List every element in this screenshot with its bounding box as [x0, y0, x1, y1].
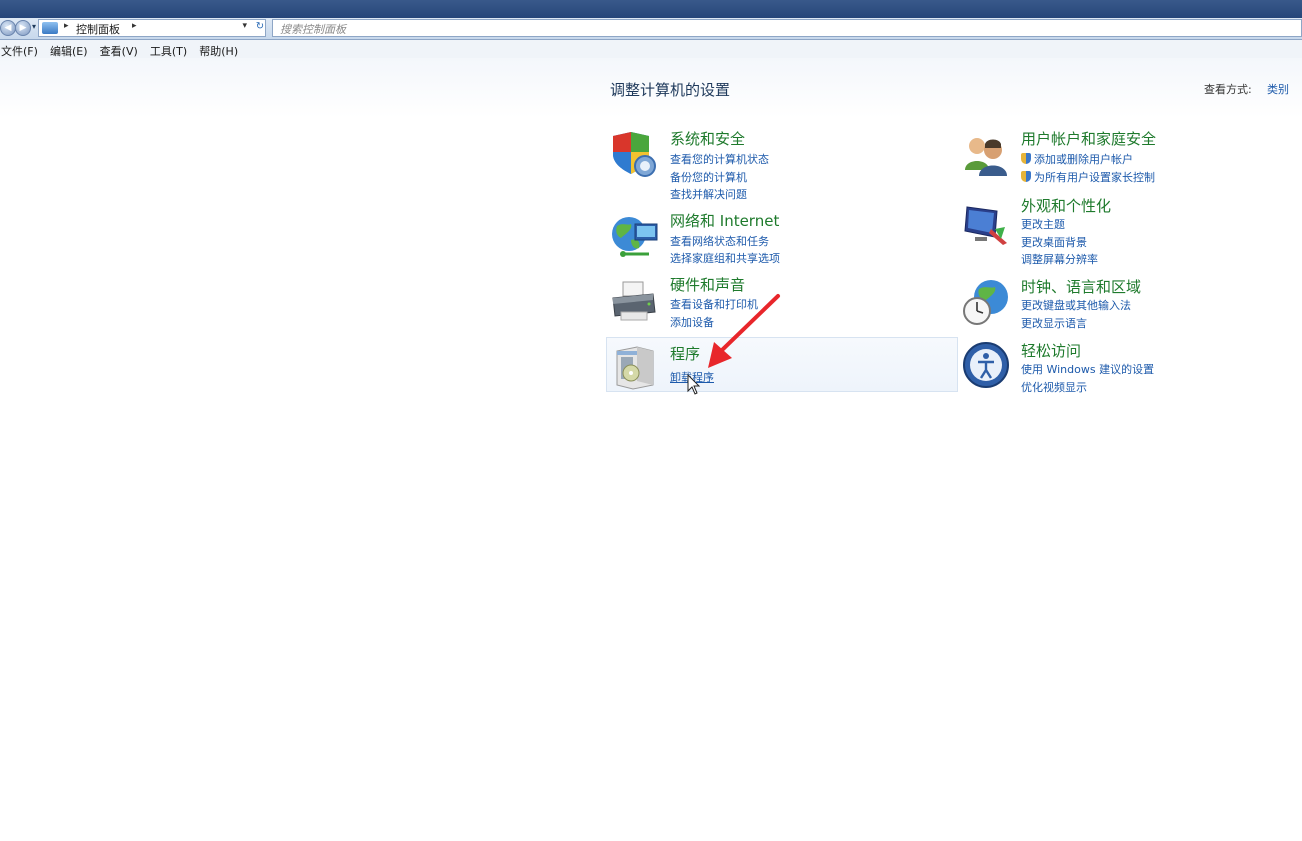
link-add-remove-accounts[interactable]: 添加或删除用户帐户 [1021, 151, 1133, 167]
category-ease-of-access: 轻松访问 使用 Windows 建议的设置 优化视频显示 [958, 339, 1298, 399]
link-troubleshoot[interactable]: 查找并解决问题 [670, 186, 747, 202]
category-title[interactable]: 轻松访问 [1021, 340, 1081, 361]
users-icon[interactable] [961, 130, 1011, 180]
window-title-bar [0, 0, 1302, 18]
search-placeholder: 搜索控制面板 [280, 23, 346, 36]
link-change-input-method[interactable]: 更改键盘或其他输入法 [1021, 297, 1131, 313]
menu-help[interactable]: 帮助(H) [199, 43, 238, 59]
clock-globe-icon[interactable] [961, 277, 1011, 327]
link-windows-recommended-settings[interactable]: 使用 Windows 建议的设置 [1021, 361, 1154, 377]
breadcrumb-separator-icon[interactable]: ▸ [132, 21, 137, 31]
menu-file[interactable]: 文件(F) [1, 43, 38, 59]
page-title: 调整计算机的设置 [610, 81, 731, 99]
shield-computer-icon[interactable] [609, 130, 659, 180]
category-user-accounts: 用户帐户和家庭安全 添加或删除用户帐户 为所有用户设置家长控制 [958, 126, 1298, 190]
category-appearance: 外观和个性化 更改主题 更改桌面背景 调整屏幕分辨率 [958, 193, 1298, 267]
link-text: 添加或删除用户帐户 [1034, 153, 1133, 166]
network-globe-icon[interactable] [609, 212, 659, 262]
menu-bar: 文件(F) 编辑(E) 查看(V) 工具(T) 帮助(H) [0, 40, 1302, 58]
link-change-display-language[interactable]: 更改显示语言 [1021, 315, 1087, 331]
monitor-paint-icon[interactable] [961, 199, 1011, 249]
link-change-theme[interactable]: 更改主题 [1021, 216, 1065, 232]
refresh-icon[interactable]: ↻ [252, 19, 268, 35]
breadcrumb-control-panel[interactable]: 控制面板 [76, 21, 120, 37]
category-clock-language-region: 时钟、语言和区域 更改键盘或其他输入法 更改显示语言 [958, 275, 1298, 335]
link-text: 为所有用户设置家长控制 [1034, 171, 1155, 184]
category-title[interactable]: 系统和安全 [670, 128, 745, 149]
recent-pages-dropdown-icon[interactable]: ▾ [32, 22, 36, 31]
category-system-security: 系统和安全 查看您的计算机状态 备份您的计算机 查找并解决问题 [606, 126, 958, 204]
menu-edit[interactable]: 编辑(E) [50, 43, 88, 59]
link-change-background[interactable]: 更改桌面背景 [1021, 234, 1087, 250]
link-homegroup-sharing[interactable]: 选择家庭组和共享选项 [670, 250, 780, 266]
uac-shield-icon [1021, 153, 1031, 164]
link-backup-computer[interactable]: 备份您的计算机 [670, 169, 747, 185]
menu-tools[interactable]: 工具(T) [150, 43, 187, 59]
mouse-cursor-icon [687, 374, 701, 395]
category-title[interactable]: 网络和 Internet [670, 210, 779, 231]
view-by-dropdown[interactable]: 类别 [1267, 81, 1289, 97]
ease-of-access-icon[interactable] [961, 340, 1011, 390]
category-title[interactable]: 时钟、语言和区域 [1021, 276, 1141, 297]
address-dropdown-icon[interactable]: ▾ [242, 21, 247, 31]
view-by-label: 查看方式: [1204, 83, 1252, 96]
category-title[interactable]: 用户帐户和家庭安全 [1021, 128, 1156, 149]
printer-icon[interactable] [609, 278, 659, 328]
uac-shield-icon [1021, 171, 1031, 182]
link-screen-resolution[interactable]: 调整屏幕分辨率 [1021, 251, 1098, 267]
address-bar[interactable]: ▸ 控制面板 ▸ ▾ [38, 19, 266, 37]
menu-view[interactable]: 查看(V) [100, 43, 138, 59]
link-network-status[interactable]: 查看网络状态和任务 [670, 233, 769, 249]
breadcrumb-separator-icon[interactable]: ▸ [64, 21, 69, 31]
category-title[interactable]: 外观和个性化 [1021, 195, 1111, 216]
annotation-arrow-icon [708, 294, 780, 368]
link-optimize-visual-display[interactable]: 优化视频显示 [1021, 379, 1087, 395]
link-parental-controls[interactable]: 为所有用户设置家长控制 [1021, 169, 1155, 185]
control-panel-icon [42, 22, 58, 34]
search-input[interactable]: 搜索控制面板 [272, 19, 1302, 37]
back-button[interactable]: ◀ [0, 20, 16, 36]
category-network-internet: 网络和 Internet 查看网络状态和任务 选择家庭组和共享选项 [606, 208, 958, 270]
programs-box-icon[interactable] [611, 341, 661, 391]
link-view-computer-status[interactable]: 查看您的计算机状态 [670, 151, 769, 167]
address-toolbar: ◀ ▶ ▾ ▸ 控制面板 ▸ ▾ ↻ 搜索控制面板 [0, 18, 1302, 40]
forward-button[interactable]: ▶ [15, 20, 31, 36]
